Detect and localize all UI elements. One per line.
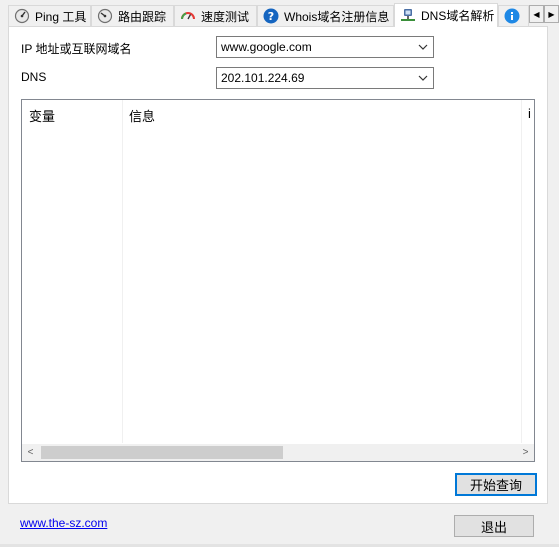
host-value: www.google.com [221, 40, 312, 54]
ping-gauge-icon [14, 8, 30, 24]
tab-scroll-buttons: ◀ ▶ [529, 5, 559, 23]
dns-panel: IP 地址或互联网域名 www.google.com DNS 202.101.2… [8, 26, 548, 504]
tab-ping[interactable]: Ping 工具 [8, 5, 91, 26]
column-header-partial[interactable]: i [528, 106, 531, 121]
tab-speedtest[interactable]: 速度测试 [174, 5, 257, 26]
tab-about-partial[interactable] [498, 5, 529, 26]
tab-traceroute[interactable]: 路由跟踪 [91, 5, 174, 26]
tab-strip: Ping 工具 路由跟踪 速度测试 ? Whois域名注册信息 DNS域名解析 … [8, 3, 559, 27]
scroll-thumb[interactable] [41, 446, 283, 459]
column-divider [521, 100, 522, 443]
dns-network-icon [400, 8, 416, 24]
dns-server-combobox[interactable]: 202.101.224.69 [216, 67, 434, 89]
dns-value: 202.101.224.69 [221, 71, 305, 85]
horizontal-scrollbar[interactable]: < > [22, 444, 534, 461]
tab-label: Whois域名注册信息 [284, 9, 390, 24]
column-header-info[interactable]: 信息 [129, 106, 155, 125]
exit-button[interactable]: 退出 [454, 515, 534, 537]
host-combobox[interactable]: www.google.com [216, 36, 434, 58]
scroll-right-arrow-icon[interactable]: > [517, 444, 534, 461]
speedometer-icon [180, 8, 196, 24]
tab-dns[interactable]: DNS域名解析 [394, 3, 498, 27]
website-link[interactable]: www.the-sz.com [20, 516, 107, 530]
chevron-down-icon [418, 75, 428, 81]
results-list[interactable]: 变量 信息 i < > [21, 99, 535, 462]
start-query-button[interactable]: 开始查询 [455, 473, 537, 496]
tab-label: Ping 工具 [35, 9, 87, 24]
tab-label: 速度测试 [201, 9, 250, 24]
route-gauge-icon [97, 8, 113, 24]
column-divider [122, 100, 123, 443]
info-icon [504, 8, 520, 24]
tab-label: DNS域名解析 [421, 9, 495, 23]
svg-text:?: ? [268, 10, 274, 23]
tab-label: 路由跟踪 [118, 9, 167, 24]
dns-label: DNS [21, 70, 47, 84]
column-header-variable[interactable]: 变量 [29, 106, 55, 125]
host-label: IP 地址或互联网域名 [21, 42, 132, 56]
chevron-down-icon [418, 44, 428, 50]
tab-scroll-right-button[interactable]: ▶ [544, 5, 559, 23]
tab-whois[interactable]: ? Whois域名注册信息 [257, 5, 394, 26]
chevron-right-icon: ▶ [548, 9, 555, 19]
question-icon: ? [263, 8, 279, 24]
scroll-left-arrow-icon[interactable]: < [22, 444, 39, 461]
chevron-left-icon: ◀ [533, 9, 540, 19]
tab-scroll-left-button[interactable]: ◀ [529, 5, 544, 23]
scroll-track[interactable] [39, 444, 517, 461]
